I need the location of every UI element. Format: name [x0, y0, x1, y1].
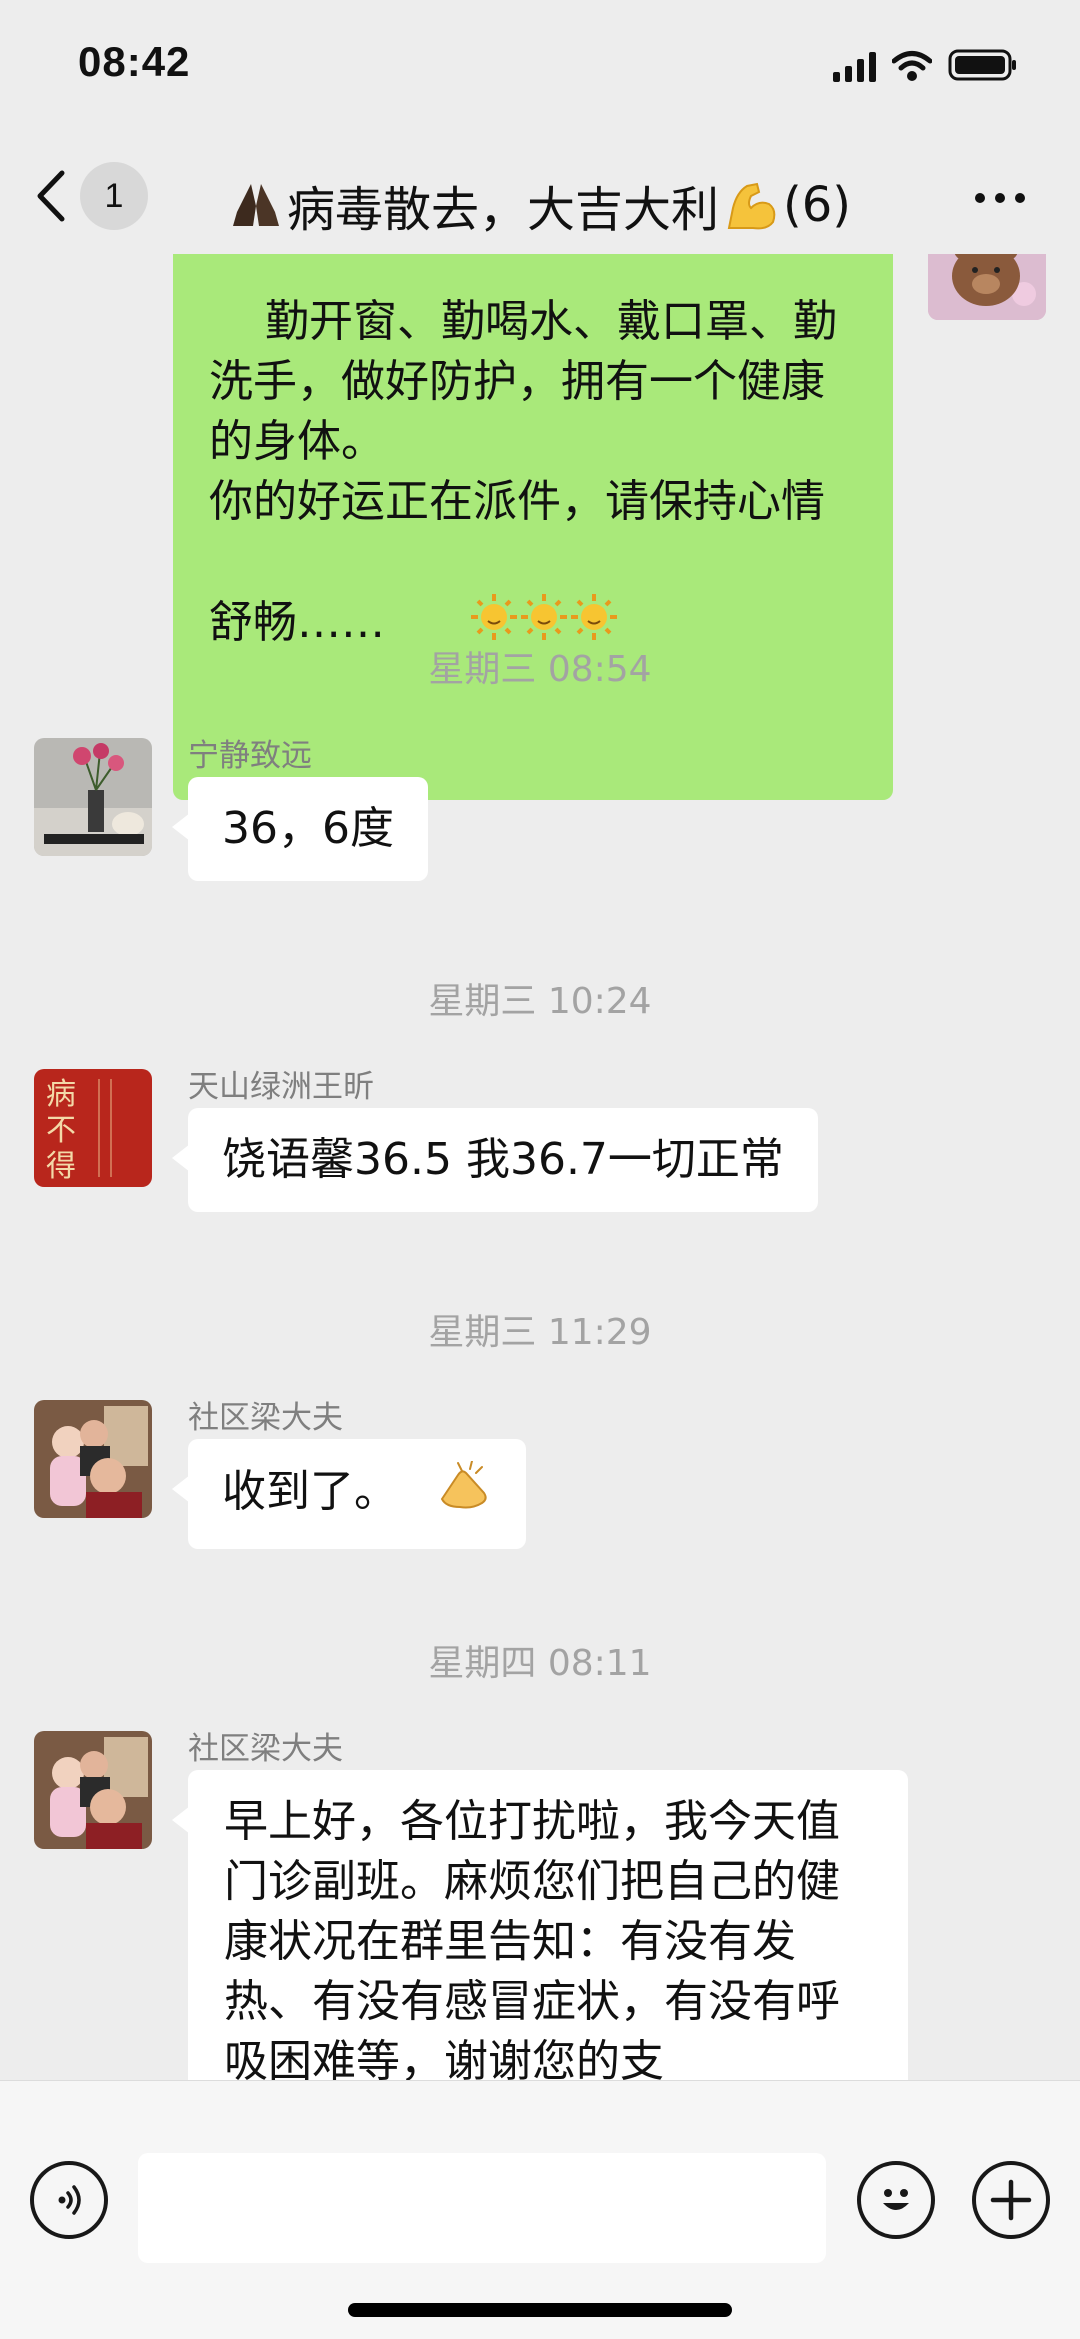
message-bubble[interactable]: 36，6度	[172, 777, 428, 881]
timestamp: 星期三 10:24	[428, 981, 652, 1022]
message-text: 早上好，各位打扰啦，我今天值门诊副班。麻烦您们把自己的健康状况在群里告知：有没有…	[224, 1796, 840, 2080]
avatar-ningjingzhiyuan[interactable]	[34, 738, 152, 856]
message-text: 收到了。	[222, 1466, 398, 1517]
chat-header: 1 病毒散去，大吉大利 (6)	[0, 140, 1080, 254]
message-bubble[interactable]: 饶语馨36.5 我36.7一切正常	[172, 1108, 818, 1212]
more-dots-icon[interactable]	[960, 178, 1040, 218]
cellular-signal-icon	[833, 52, 876, 82]
chat-title: 病毒散去，大吉大利 (6)	[200, 170, 880, 240]
avatar-shequ-liangdaifu[interactable]	[34, 1731, 152, 1849]
voice-icon[interactable]	[30, 2161, 108, 2239]
sender-name: 社区梁大夫	[188, 1731, 343, 1767]
message-list[interactable]: 勤开窗、勤喝水、戴口罩、勤洗手，做好防护，拥有一个健康的身体。 你的好运正在派件…	[0, 254, 1080, 2080]
wifi-icon	[892, 51, 932, 81]
sender-name: 社区梁大夫	[188, 1400, 343, 1436]
sender-name: 宁静致远	[188, 738, 312, 774]
flexed-biceps-emoji-icon	[727, 182, 776, 230]
praying-hands-emoji-icon	[232, 184, 279, 226]
input-bar	[0, 2080, 1080, 2339]
avatar-calligraphy: 病不得	[46, 1077, 76, 1184]
plus-icon[interactable]	[972, 2161, 1050, 2239]
status-icons	[833, 48, 1018, 82]
back-button[interactable]: 1	[36, 158, 176, 234]
timestamp: 星期三 11:29	[428, 1312, 652, 1353]
calligraphy-avatar-image: 病不得	[34, 1069, 152, 1187]
sender-name: 天山绿洲王昕	[188, 1069, 374, 1105]
message-bubble[interactable]: 收到了。	[172, 1439, 526, 1549]
message-text: 饶语馨36.5 我36.7一切正常	[222, 1134, 784, 1185]
home-indicator[interactable]	[348, 2303, 732, 2317]
status-time: 08:42	[78, 38, 191, 85]
timestamp: 星期四 08:11	[428, 1643, 652, 1684]
unread-badge: 1	[80, 162, 148, 230]
emoji-smile-icon[interactable]	[857, 2161, 935, 2239]
message-input[interactable]	[138, 2153, 826, 2263]
chat-title-text: 病毒散去，大吉大利	[286, 182, 719, 238]
status-bar: 08:42	[0, 0, 1080, 140]
timestamp: 星期三 08:54	[428, 649, 652, 690]
message-text: 36，6度	[222, 803, 394, 854]
avatar-tianshanlvzhou[interactable]: 病不得	[34, 1069, 152, 1187]
avatar-shequ-liangdaifu[interactable]	[34, 1400, 152, 1518]
clapping-hand-emoji-icon	[436, 1460, 492, 1527]
chevron-left-icon	[36, 166, 80, 226]
battery-icon	[948, 49, 1016, 81]
my-avatar[interactable]	[928, 254, 1046, 320]
member-count: (6)	[783, 177, 851, 233]
my-message-bubble[interactable]: 勤开窗、勤喝水、戴口罩、勤洗手，做好防护，拥有一个健康的身体。 你的好运正在派件…	[173, 254, 893, 800]
message-bubble[interactable]: 早上好，各位打扰啦，我今天值门诊副班。麻烦您们把自己的健康状况在群里告知：有没有…	[172, 1770, 908, 2080]
